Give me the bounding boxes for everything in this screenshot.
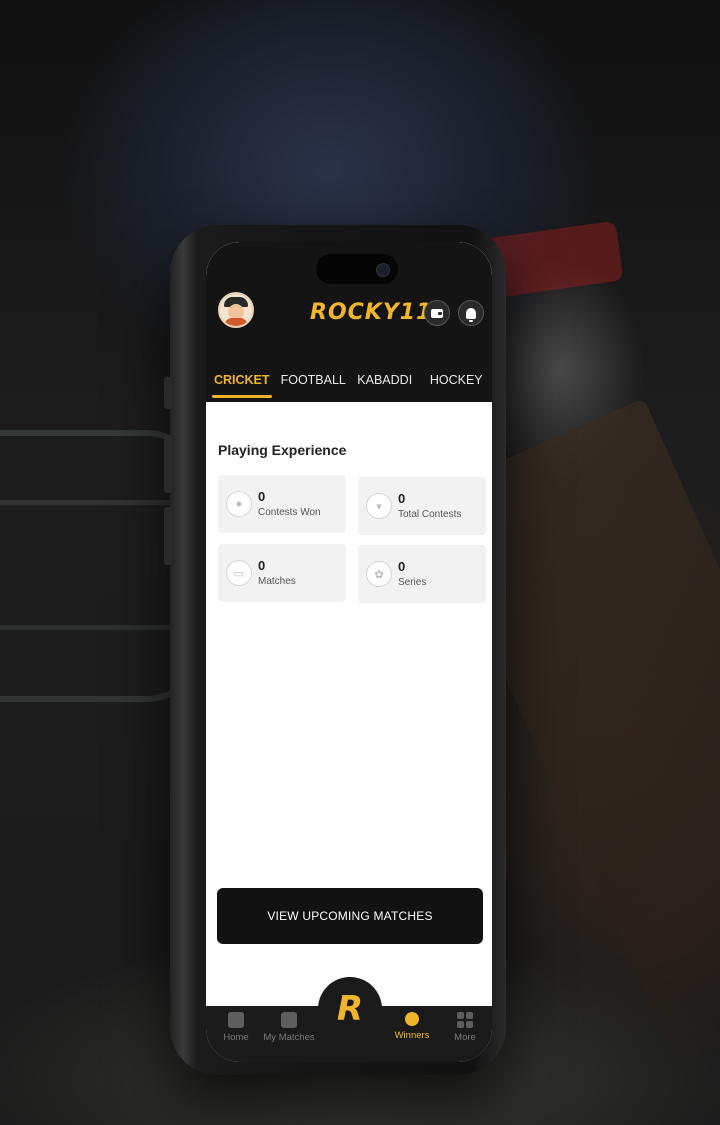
- phone-screen: ROCKY11 CRICKET FOOTBALL KABADDI HOCKEY …: [206, 242, 492, 1062]
- nav-home[interactable]: Home: [208, 1012, 264, 1043]
- app-header: ROCKY11 CRICKET FOOTBALL KABADDI HOCKEY: [206, 242, 492, 402]
- app-logo: ROCKY11: [310, 298, 432, 326]
- tab-cricket[interactable]: CRICKET: [206, 368, 278, 400]
- stat-label: Matches: [258, 576, 296, 587]
- home-icon: [228, 1012, 244, 1028]
- tab-hockey[interactable]: HOCKEY: [421, 368, 493, 400]
- logo-text: ROCKY11: [310, 299, 433, 325]
- stat-card-series: ✿ 0 Series: [358, 545, 486, 603]
- tab-kabaddi[interactable]: KABADDI: [349, 368, 421, 400]
- medal-icon: ●: [226, 491, 252, 517]
- trophy-icon: [281, 1012, 297, 1028]
- r-logo-icon: R: [336, 989, 364, 1029]
- volume-down-button: [164, 507, 172, 565]
- nav-winners[interactable]: Winners: [384, 1012, 440, 1041]
- nav-label: My Matches: [263, 1032, 315, 1043]
- stat-value: 0: [258, 489, 266, 504]
- stat-label: Total Contests: [398, 509, 462, 520]
- stat-value: 0: [258, 558, 266, 573]
- nav-my-matches[interactable]: My Matches: [261, 1012, 317, 1043]
- trophy-icon: ▾: [366, 493, 392, 519]
- stat-card-matches: ▭ 0 Matches: [218, 544, 346, 602]
- stat-value: 0: [398, 491, 406, 506]
- stat-card-contests-won: ● 0 Contests Won: [218, 475, 346, 533]
- helmet-grill-bar: [0, 500, 180, 630]
- center-logo-button[interactable]: R: [318, 977, 382, 1041]
- nav-more[interactable]: More: [437, 1012, 492, 1043]
- match-icon: ▭: [226, 560, 252, 586]
- nav-label: Home: [223, 1032, 249, 1043]
- dynamic-island: [316, 254, 398, 284]
- stat-label: Series: [398, 577, 427, 588]
- nav-label: More: [454, 1032, 476, 1043]
- volume-up-button: [164, 435, 172, 493]
- stat-value: 0: [398, 559, 406, 574]
- stat-label: Contests Won: [258, 507, 321, 518]
- stat-card-total-contests: ▾ 0 Total Contests: [358, 477, 486, 535]
- front-camera: [376, 263, 390, 277]
- medal-icon: [405, 1012, 419, 1026]
- tab-football[interactable]: FOOTBALL: [278, 368, 350, 400]
- view-upcoming-matches-button[interactable]: VIEW UPCOMING MATCHES: [217, 888, 483, 944]
- avatar[interactable]: [218, 292, 254, 328]
- grid-icon: [457, 1012, 473, 1028]
- nav-label: Winners: [394, 1030, 430, 1041]
- section-title: Playing Experience: [218, 442, 347, 458]
- wallet-icon[interactable]: [424, 300, 450, 326]
- bell-icon[interactable]: [458, 300, 484, 326]
- laurel-icon: ✿: [366, 561, 392, 587]
- mute-switch: [164, 377, 172, 409]
- sport-tabs: CRICKET FOOTBALL KABADDI HOCKEY: [206, 368, 492, 400]
